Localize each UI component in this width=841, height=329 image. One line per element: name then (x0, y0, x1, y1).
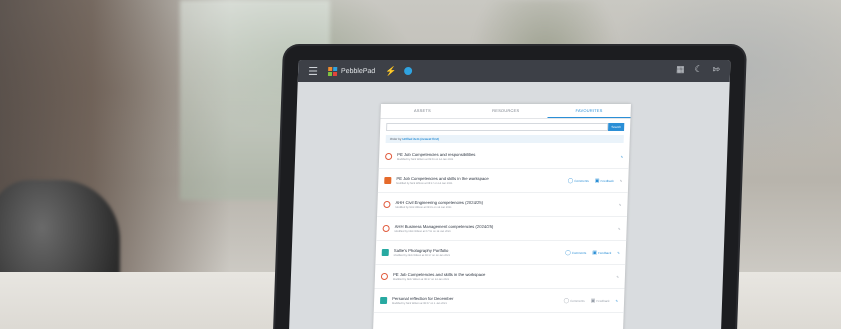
no-entry-icon (382, 225, 390, 232)
grid-icon[interactable]: ▦ (676, 64, 685, 75)
sort-filter[interactable]: Order by Unfiled item (newest first) (385, 135, 624, 143)
topbar-actions: ▦ ☾ ⇰ (676, 64, 720, 75)
comments-label: Comments (574, 178, 589, 183)
item-title: Sallie's Photography Portfolio (393, 248, 449, 253)
item-title: PE Job Competencies and skills in the wo… (396, 176, 489, 181)
lightning-icon[interactable]: ⚡ (385, 66, 397, 77)
list-item[interactable]: PE Job Competencies and skills in the wo… (374, 265, 626, 289)
list-item[interactable]: Sallie's Photography Portfolio Modified … (375, 241, 627, 265)
hamburger-icon[interactable]: ☰ (308, 65, 318, 78)
no-entry-icon (380, 273, 389, 280)
no-entry-icon (385, 153, 393, 160)
search-bar: Search (386, 123, 625, 131)
laptop: ☰ PebblePad ⚡ ▦ ☾ ⇰ ASSETS RESOURCES FAV… (275, 46, 745, 329)
item-actions: ◯Comments ▣Feedback ✎ (563, 298, 618, 304)
item-text: PE Job Competencies and skills in the wo… (396, 176, 568, 185)
item-actions: ✎ (619, 203, 622, 207)
sort-prefix: Order by (389, 137, 402, 141)
feedback-label: Feedback (596, 298, 610, 303)
comment-icon: ◯ (563, 297, 570, 304)
item-text: Sallie's Photography Portfolio Modified … (394, 248, 566, 257)
item-meta: Modified by Nick Wilson at 08:17 on 14 J… (393, 254, 450, 257)
feedback-icon: ▣ (590, 297, 596, 304)
search-input[interactable] (386, 123, 609, 131)
item-actions: ◯Comments ▣Feedback ✎ (568, 178, 623, 184)
item-title: AHH Business Management competencies (20… (394, 224, 494, 229)
share-icon[interactable]: ✎ (616, 299, 619, 303)
brand[interactable]: PebblePad (327, 66, 376, 76)
feedback-label: Feedback (600, 178, 614, 183)
share-icon[interactable]: ✎ (618, 227, 621, 231)
moon-icon[interactable]: ☾ (694, 64, 702, 75)
logout-icon[interactable]: ⇰ (712, 64, 720, 75)
item-actions: ✎ (621, 155, 624, 159)
item-meta: Modified by Nick Wilson at 07:55 on 14 J… (394, 230, 451, 233)
share-icon[interactable]: ✎ (619, 203, 622, 207)
item-title: PE Job Competencies and responsibilities (397, 152, 476, 157)
comments-label: Comments (570, 298, 585, 303)
feedback-button[interactable]: ▣Feedback (595, 178, 614, 184)
item-text: AHH Business Management competencies (20… (394, 224, 618, 233)
workbook-icon (384, 177, 392, 184)
globe-icon[interactable] (404, 67, 413, 75)
pebblepad-logo-icon (327, 66, 338, 76)
share-icon[interactable]: ✎ (616, 275, 619, 279)
item-text: PE Job Competencies and skills in the wo… (393, 272, 617, 281)
item-meta: Modified by Nick Wilson at 08:17 on 14 J… (396, 182, 453, 185)
feedback-icon: ▣ (594, 177, 600, 184)
laptop-screen: ☰ PebblePad ⚡ ▦ ☾ ⇰ ASSETS RESOURCES FAV… (289, 60, 731, 329)
brand-name: PebblePad (340, 67, 376, 75)
comments-button[interactable]: ◯Comments (568, 178, 589, 184)
feedback-label: Feedback (598, 250, 612, 255)
search-button[interactable]: Search (608, 123, 625, 131)
store-panel: ASSETS RESOURCES FAVOURITES Search Order… (372, 104, 631, 329)
feedback-icon: ▣ (592, 249, 598, 256)
item-title: AHH Civil Engineering competencies (2024… (395, 200, 484, 205)
comments-label: Comments (571, 250, 587, 255)
share-icon[interactable]: ✎ (617, 251, 620, 255)
tab-bar: ASSETS RESOURCES FAVOURITES (380, 104, 631, 119)
item-text: AHH Civil Engineering competencies (2024… (395, 200, 619, 209)
item-text: PE Job Competencies and responsibilities… (397, 152, 621, 161)
portfolio-icon (381, 249, 389, 256)
item-meta: Modified by Nick Wilson at 08:15 on 14 J… (395, 206, 452, 209)
item-meta: Modified by Nick Wilson at 09:01 on 14 J… (396, 158, 454, 161)
item-meta: Modified by Nick Wilson at 08:17 on 14 J… (392, 278, 450, 281)
list-item[interactable]: AHH Civil Engineering competencies (2024… (377, 193, 628, 217)
tab-resources[interactable]: RESOURCES (464, 104, 548, 118)
no-entry-icon (383, 201, 391, 208)
item-title: PE Job Competencies and skills in the wo… (392, 272, 486, 277)
list-item[interactable]: AHH Business Management competencies (20… (376, 217, 628, 241)
item-text: Personal reflection for December Modifie… (392, 296, 564, 305)
page-icon (379, 297, 388, 304)
tab-assets[interactable]: ASSETS (380, 104, 464, 118)
background-photo: ☰ PebblePad ⚡ ▦ ☾ ⇰ ASSETS RESOURCES FAV… (0, 0, 841, 329)
feedback-button[interactable]: ▣Feedback (592, 250, 611, 256)
item-actions: ✎ (616, 275, 619, 279)
item-actions: ◯Comments ▣Feedback ✎ (565, 250, 620, 256)
app-topbar: ☰ PebblePad ⚡ ▦ ☾ ⇰ (297, 60, 731, 82)
feedback-button[interactable]: ▣Feedback (591, 298, 610, 304)
sort-value: Unfiled item (newest first) (402, 137, 440, 141)
item-meta: Modified by Nick Wilson at 08:07 on 1 Ja… (391, 302, 447, 305)
share-icon[interactable]: ✎ (620, 179, 623, 183)
list-item[interactable]: PE Job Competencies and skills in the wo… (377, 169, 629, 193)
item-title: Personal reflection for December (392, 296, 454, 301)
tab-favourites[interactable]: FAVOURITES (547, 104, 631, 118)
comment-icon: ◯ (567, 177, 574, 184)
item-actions: ✎ (618, 227, 621, 231)
list-item[interactable]: Personal reflection for December Modifie… (373, 289, 625, 313)
share-icon[interactable]: ✎ (621, 155, 624, 159)
comments-button[interactable]: ◯Comments (563, 298, 584, 304)
comment-icon: ◯ (565, 249, 571, 256)
list-item[interactable]: PE Job Competencies and responsibilities… (378, 145, 630, 169)
comments-button[interactable]: ◯Comments (565, 250, 586, 256)
